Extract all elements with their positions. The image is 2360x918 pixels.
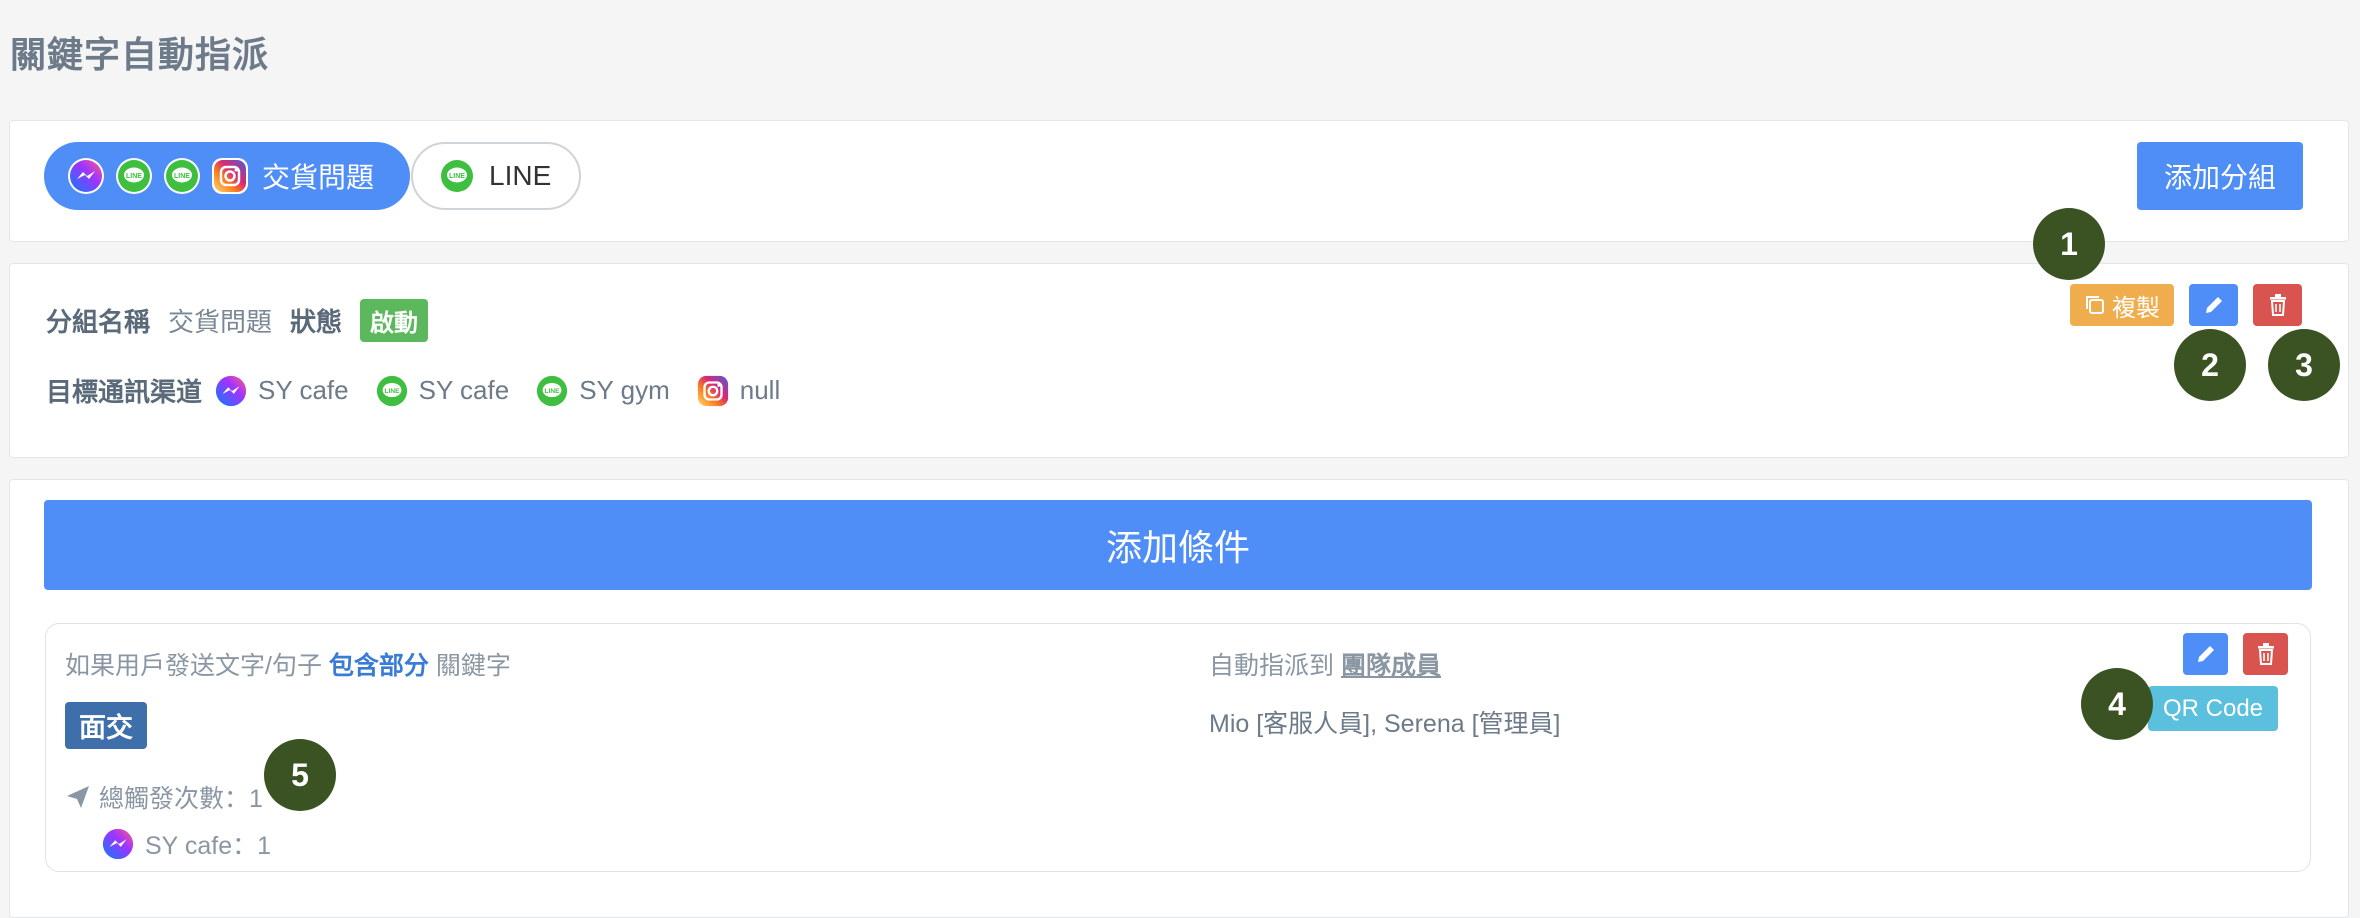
annotation-marker: 1	[2033, 208, 2105, 280]
edit-condition-button[interactable]	[2183, 633, 2228, 675]
pencil-icon	[2194, 642, 2218, 666]
assign-target-link[interactable]: 團隊成員	[1341, 652, 1441, 680]
line-icon: LINE	[116, 158, 152, 194]
channel-name: SY cafe	[258, 375, 349, 405]
add-group-button[interactable]: 添加分組	[2137, 142, 2303, 210]
assignees: Mio [客服人員], Serena [管理員]	[1209, 710, 1561, 738]
copy-label: 複製	[2112, 294, 2160, 322]
messenger-icon	[68, 158, 104, 194]
group-tab-line[interactable]: LINE LINE	[411, 142, 581, 210]
target-channels-row: 目標通訊渠道 SY cafe LINE SY cafe LINE SY gym …	[46, 372, 806, 409]
group-summary-row: 分組名稱 交貨問題 狀態 啟動	[46, 299, 429, 342]
line-icon: LINE	[535, 373, 570, 408]
channel-triggers: SY cafe：1	[101, 826, 271, 862]
qr-code-button[interactable]: QR Code	[2148, 686, 2278, 731]
total-triggers-text: 總觸發次數：1	[99, 785, 263, 813]
channel-item: LINE SY cafe	[374, 373, 510, 408]
channel-name: SY cafe	[418, 375, 510, 405]
svg-text:LINE: LINE	[126, 173, 142, 180]
group-name-label: 分組名稱	[46, 307, 151, 337]
status-badge: 啟動	[360, 299, 429, 342]
page-title: 關鍵字自動指派	[10, 34, 270, 75]
assign-prefix: 自動指派到	[1209, 652, 1335, 680]
condition-item: 如果用戶發送文字/句子 包含部分 關鍵字 面交 總觸發次數：1 SY cafe：…	[45, 623, 2311, 872]
messenger-icon	[101, 827, 135, 861]
line-icon: LINE	[164, 158, 200, 194]
annotation-marker: 3	[2268, 329, 2340, 401]
channel-name: SY gym	[579, 375, 670, 405]
svg-text:LINE: LINE	[384, 387, 400, 394]
svg-text:LINE: LINE	[449, 173, 465, 180]
match-type: 包含部分	[328, 652, 429, 680]
trash-icon	[2267, 293, 2289, 317]
annotation-marker: 2	[2174, 329, 2246, 401]
instagram-icon	[695, 373, 730, 408]
delete-group-button[interactable]	[2253, 284, 2302, 326]
condition-suffix: 關鍵字	[435, 652, 511, 680]
group-tab-label: LINE	[489, 160, 552, 191]
copy-group-button[interactable]: 複製	[2070, 284, 2174, 326]
group-tab-delivery[interactable]: LINE LINE 交貨問題	[44, 142, 410, 210]
condition-prefix: 如果用戶發送文字/句子	[65, 652, 322, 680]
trash-icon	[2255, 642, 2277, 666]
copy-icon	[2084, 294, 2106, 316]
target-channels-label: 目標通訊渠道	[46, 377, 203, 407]
instagram-icon	[212, 158, 248, 194]
annotation-marker: 4	[2081, 668, 2153, 740]
keyword-badge: 面交	[65, 702, 147, 749]
group-info-card: 分組名稱 交貨問題 狀態 啟動 目標通訊渠道 SY cafe LINE SY c…	[9, 263, 2349, 458]
assign-rule: 自動指派到 團隊成員	[1209, 646, 1441, 682]
pencil-icon	[2202, 293, 2226, 317]
svg-text:LINE: LINE	[545, 387, 561, 394]
group-tabs-card: LINE LINE 交貨問題 LINE LINE 添加分組	[9, 120, 2349, 242]
group-tab-label: 交貨問題	[262, 162, 375, 193]
channel-item: SY cafe	[214, 373, 349, 408]
paper-plane-icon	[65, 784, 91, 810]
channel-trigger-text: SY cafe：1	[145, 832, 272, 860]
condition-rule: 如果用戶發送文字/句子 包含部分 關鍵字	[65, 646, 511, 682]
channel-item: LINE SY gym	[535, 373, 670, 408]
line-icon: LINE	[439, 158, 475, 194]
line-icon: LINE	[374, 373, 409, 408]
edit-group-button[interactable]	[2189, 284, 2238, 326]
annotation-marker: 5	[264, 739, 336, 811]
messenger-icon	[214, 373, 249, 408]
conditions-card: 添加條件 如果用戶發送文字/句子 包含部分 關鍵字 面交 總觸發次數：1 SY …	[9, 479, 2349, 918]
delete-condition-button[interactable]	[2243, 633, 2288, 675]
group-name-value: 交貨問題	[168, 307, 273, 337]
svg-text:LINE: LINE	[174, 173, 190, 180]
add-condition-button[interactable]: 添加條件	[44, 500, 2312, 590]
status-label: 狀態	[290, 307, 343, 337]
channel-name: null	[739, 375, 781, 405]
channel-item: null	[695, 373, 781, 408]
total-triggers: 總觸發次數：1	[65, 779, 263, 815]
